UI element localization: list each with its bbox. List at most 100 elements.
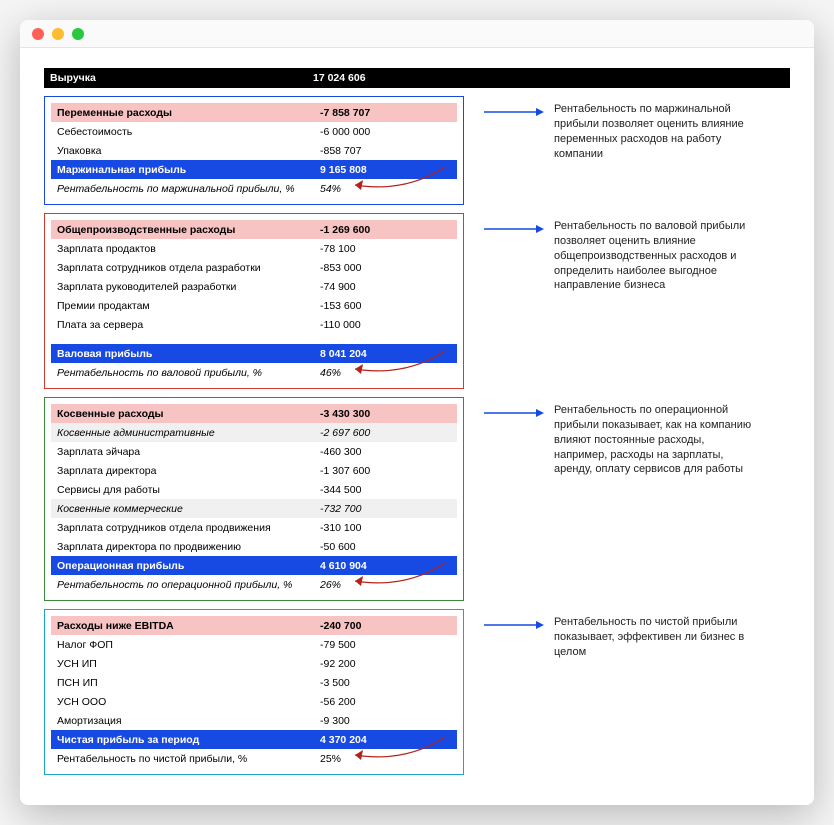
table-row: Косвенные расходы-3 430 300 xyxy=(51,404,457,423)
arrow-right-icon xyxy=(484,407,544,419)
arrow-right-icon xyxy=(484,619,544,631)
table-row: Налог ФОП-79 500 xyxy=(51,635,457,654)
row-label: Расходы ниже EBITDA xyxy=(51,620,316,632)
row-label: Рентабельность по операционной прибыли, … xyxy=(51,579,316,591)
row-label: Косвенные административные xyxy=(51,427,316,439)
annotation-text: Рентабельность по валовой прибыли позвол… xyxy=(554,219,754,293)
table-row: Себестоимость-6 000 000 xyxy=(51,122,457,141)
annotation-text: Рентабельность по операционной прибыли п… xyxy=(554,403,754,477)
table-row: Косвенные административные-2 697 600 xyxy=(51,423,457,442)
table-row: Переменные расходы-7 858 707 xyxy=(51,103,457,122)
row-value: 9 165 808 xyxy=(316,164,436,176)
row-value: -153 600 xyxy=(316,300,436,312)
section-0: Переменные расходы-7 858 707Себестоимост… xyxy=(44,96,790,205)
table-row: Зарплата сотрудников отдела разработки-8… xyxy=(51,258,457,277)
table-row: Маржинальная прибыль9 165 808 xyxy=(51,160,457,179)
row-label: Рентабельность по чистой прибыли, % xyxy=(51,753,316,765)
row-value: 25% xyxy=(316,753,436,765)
row-label: Зарплата эйчара xyxy=(51,446,316,458)
table-row: Премии продактам-153 600 xyxy=(51,296,457,315)
row-label: Переменные расходы xyxy=(51,107,316,119)
row-value: -310 100 xyxy=(316,522,436,534)
annotation: Рентабельность по чистой прибыли показыв… xyxy=(484,609,754,660)
row-label: Чистая прибыль за период xyxy=(51,734,316,746)
table-row: Упаковка-858 707 xyxy=(51,141,457,160)
minimize-icon[interactable] xyxy=(52,28,64,40)
row-value: -7 858 707 xyxy=(316,107,436,119)
row-value: -6 000 000 xyxy=(316,126,436,138)
section-1: Общепроизводственные расходы-1 269 600За… xyxy=(44,213,790,389)
row-value: 4 370 204 xyxy=(316,734,436,746)
row-label: Амортизация xyxy=(51,715,316,727)
section-3: Расходы ниже EBITDA-240 700 Налог ФОП-79 … xyxy=(44,609,790,775)
row-label: Зарплата сотрудников отдела продвижения xyxy=(51,522,316,534)
row-label: УСН ИП xyxy=(51,658,316,670)
table-row: УСН ИП-92 200 xyxy=(51,654,457,673)
table-row: Косвенные коммерческие-732 700 xyxy=(51,499,457,518)
table-box: Расходы ниже EBITDA-240 700 Налог ФОП-79 … xyxy=(44,609,464,775)
row-value: 46% xyxy=(316,367,436,379)
table-row: Зарплата директора-1 307 600 xyxy=(51,461,457,480)
row-value: -3 430 300 xyxy=(316,408,436,420)
row-value: -78 100 xyxy=(316,243,436,255)
row-label: ПСН ИП xyxy=(51,677,316,689)
annotation: Рентабельность по маржинальной прибыли п… xyxy=(484,96,754,161)
row-label: Зарплата директора по продвижению xyxy=(51,541,316,553)
section-2: Косвенные расходы-3 430 300Косвенные адм… xyxy=(44,397,790,601)
row-label: УСН ООО xyxy=(51,696,316,708)
row-label: Налог ФОП xyxy=(51,639,316,651)
table-row: Рентабельность по маржинальной прибыли, … xyxy=(51,179,457,198)
row-label: Операционная прибыль xyxy=(51,560,316,572)
row-value: -344 500 xyxy=(316,484,436,496)
row-value: -110 000 xyxy=(316,319,436,331)
table-box: Переменные расходы-7 858 707Себестоимост… xyxy=(44,96,464,205)
maximize-icon[interactable] xyxy=(72,28,84,40)
row-label: Общепроизводственные расходы xyxy=(51,224,316,236)
table-row: Зарплата эйчара-460 300 xyxy=(51,442,457,461)
row-value: 4 610 904 xyxy=(316,560,436,572)
row-label: Зарплата руководителей разработки xyxy=(51,281,316,293)
revenue-label: Выручка xyxy=(44,72,309,84)
arrow-right-icon xyxy=(484,106,544,118)
table-row: Сервисы для работы-344 500 xyxy=(51,480,457,499)
annotation-text: Рентабельность по маржинальной прибыли п… xyxy=(554,102,754,161)
row-label: Премии продактам xyxy=(51,300,316,312)
annotation: Рентабельность по валовой прибыли позвол… xyxy=(484,213,754,293)
row-value: -3 500 xyxy=(316,677,436,689)
table-row: Зарплата руководителей разработки-74 900 xyxy=(51,277,457,296)
table-row: Рентабельность по чистой прибыли, %25% xyxy=(51,749,457,768)
row-value: -240 700 xyxy=(316,620,436,632)
row-value: -92 200 xyxy=(316,658,436,670)
row-label: Рентабельность по валовой прибыли, % xyxy=(51,367,316,379)
table-box: Косвенные расходы-3 430 300Косвенные адм… xyxy=(44,397,464,601)
row-label: Рентабельность по маржинальной прибыли, … xyxy=(51,183,316,195)
row-label: Косвенные расходы xyxy=(51,408,316,420)
annotation-text: Рентабельность по чистой прибыли показыв… xyxy=(554,615,754,660)
revenue-header-row: Выручка 17 024 606 xyxy=(44,68,790,88)
row-value: 26% xyxy=(316,579,436,591)
row-label: Зарплата продактов xyxy=(51,243,316,255)
row-label: Маржинальная прибыль xyxy=(51,164,316,176)
titlebar xyxy=(20,20,814,48)
row-value: -74 900 xyxy=(316,281,436,293)
annotation: Рентабельность по операционной прибыли п… xyxy=(484,397,754,477)
row-value: -460 300 xyxy=(316,446,436,458)
row-value: -9 300 xyxy=(316,715,436,727)
row-value: -2 697 600 xyxy=(316,427,436,439)
row-label: Себестоимость xyxy=(51,126,316,138)
close-icon[interactable] xyxy=(32,28,44,40)
row-label: Плата за сервера xyxy=(51,319,316,331)
app-window: Выручка 17 024 606 Переменные расходы-7 … xyxy=(20,20,814,805)
row-label: Сервисы для работы xyxy=(51,484,316,496)
table-row: Плата за сервера-110 000 xyxy=(51,315,457,334)
table-row: ПСН ИП-3 500 xyxy=(51,673,457,692)
row-value: -853 000 xyxy=(316,262,436,274)
arrow-right-icon xyxy=(484,223,544,235)
row-value: 8 041 204 xyxy=(316,348,436,360)
table-row: Зарплата продактов-78 100 xyxy=(51,239,457,258)
table-row: Операционная прибыль4 610 904 xyxy=(51,556,457,575)
row-label: Упаковка xyxy=(51,145,316,157)
table-row: Зарплата сотрудников отдела продвижения-… xyxy=(51,518,457,537)
row-label: Зарплата сотрудников отдела разработки xyxy=(51,262,316,274)
row-value: -50 600 xyxy=(316,541,436,553)
